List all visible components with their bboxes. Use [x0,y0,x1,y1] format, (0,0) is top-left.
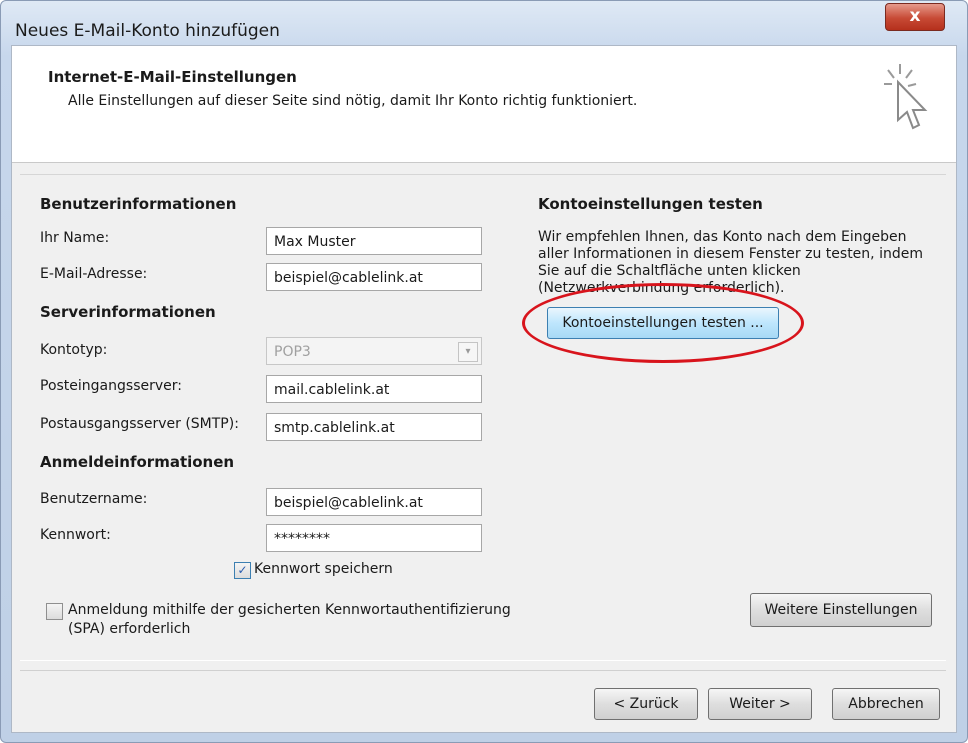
settings-panel: Benutzerinformationen Ihr Name: Max Must… [20,174,946,661]
remember-password-checkbox[interactable]: ✓ [234,562,251,579]
cancel-button[interactable]: Abbrechen [832,688,940,720]
window-title: Neues E-Mail-Konto hinzufügen [15,21,280,41]
title-bar: Neues E-Mail-Konto hinzufügen x [1,1,967,45]
login-info-heading: Anmeldeinformationen [40,453,235,471]
incoming-server-field[interactable]: mail.cablelink.at [266,375,482,403]
test-info-line1: Wir empfehlen Ihnen, das Konto nach dem … [538,229,907,245]
dialog-content: Internet-E-Mail-Einstellungen Alle Einst… [11,45,957,733]
password-field[interactable]: ******** [266,524,482,552]
page-header: Internet-E-Mail-Einstellungen Alle Einst… [12,46,956,163]
checkmark-icon: ✓ [237,563,248,577]
spa-label-line1: Anmeldung mithilfe der gesicherten Kennw… [68,602,511,618]
test-settings-heading: Kontoeinstellungen testen [538,195,763,213]
remember-password-label: Kennwort speichern [254,561,393,577]
account-type-label: Kontotyp: [40,342,108,358]
close-button[interactable]: x [885,3,945,31]
email-label: E-Mail-Adresse: [40,266,148,282]
highlight-circle [522,283,804,363]
test-info-line2: aller Informationen in diesem Fenster zu… [538,246,923,262]
close-icon: x [909,6,921,26]
test-info-line3: Sie auf die Schaltfläche unten klicken [538,263,801,279]
username-field[interactable]: beispiel@cablelink.at [266,488,482,516]
name-label: Ihr Name: [40,230,110,246]
page-title: Internet-E-Mail-Einstellungen [48,68,297,86]
cursor-click-icon [884,64,928,130]
password-label: Kennwort: [40,527,111,543]
page-subtitle: Alle Einstellungen auf dieser Seite sind… [68,93,638,109]
outgoing-server-label: Postausgangsserver (SMTP): [40,416,239,432]
spa-checkbox[interactable] [46,603,63,620]
outgoing-server-field[interactable]: smtp.cablelink.at [266,413,482,441]
server-info-heading: Serverinformationen [40,303,216,321]
back-button[interactable]: < Zurück [594,688,698,720]
footer-divider [20,670,946,671]
more-settings-button[interactable]: Weitere Einstellungen [750,593,932,627]
user-info-heading: Benutzerinformationen [40,195,237,213]
spa-label-line2: (SPA) erforderlich [68,621,191,637]
chevron-down-icon: ▾ [458,342,478,362]
next-button[interactable]: Weiter > [708,688,812,720]
name-field[interactable]: Max Muster [266,227,482,255]
account-type-value: POP3 [274,344,311,360]
username-label: Benutzername: [40,491,148,507]
dialog-window: Neues E-Mail-Konto hinzufügen x Internet… [0,0,968,743]
email-field[interactable]: beispiel@cablelink.at [266,263,482,291]
incoming-server-label: Posteingangsserver: [40,378,182,394]
account-type-select: POP3 ▾ [266,337,482,365]
